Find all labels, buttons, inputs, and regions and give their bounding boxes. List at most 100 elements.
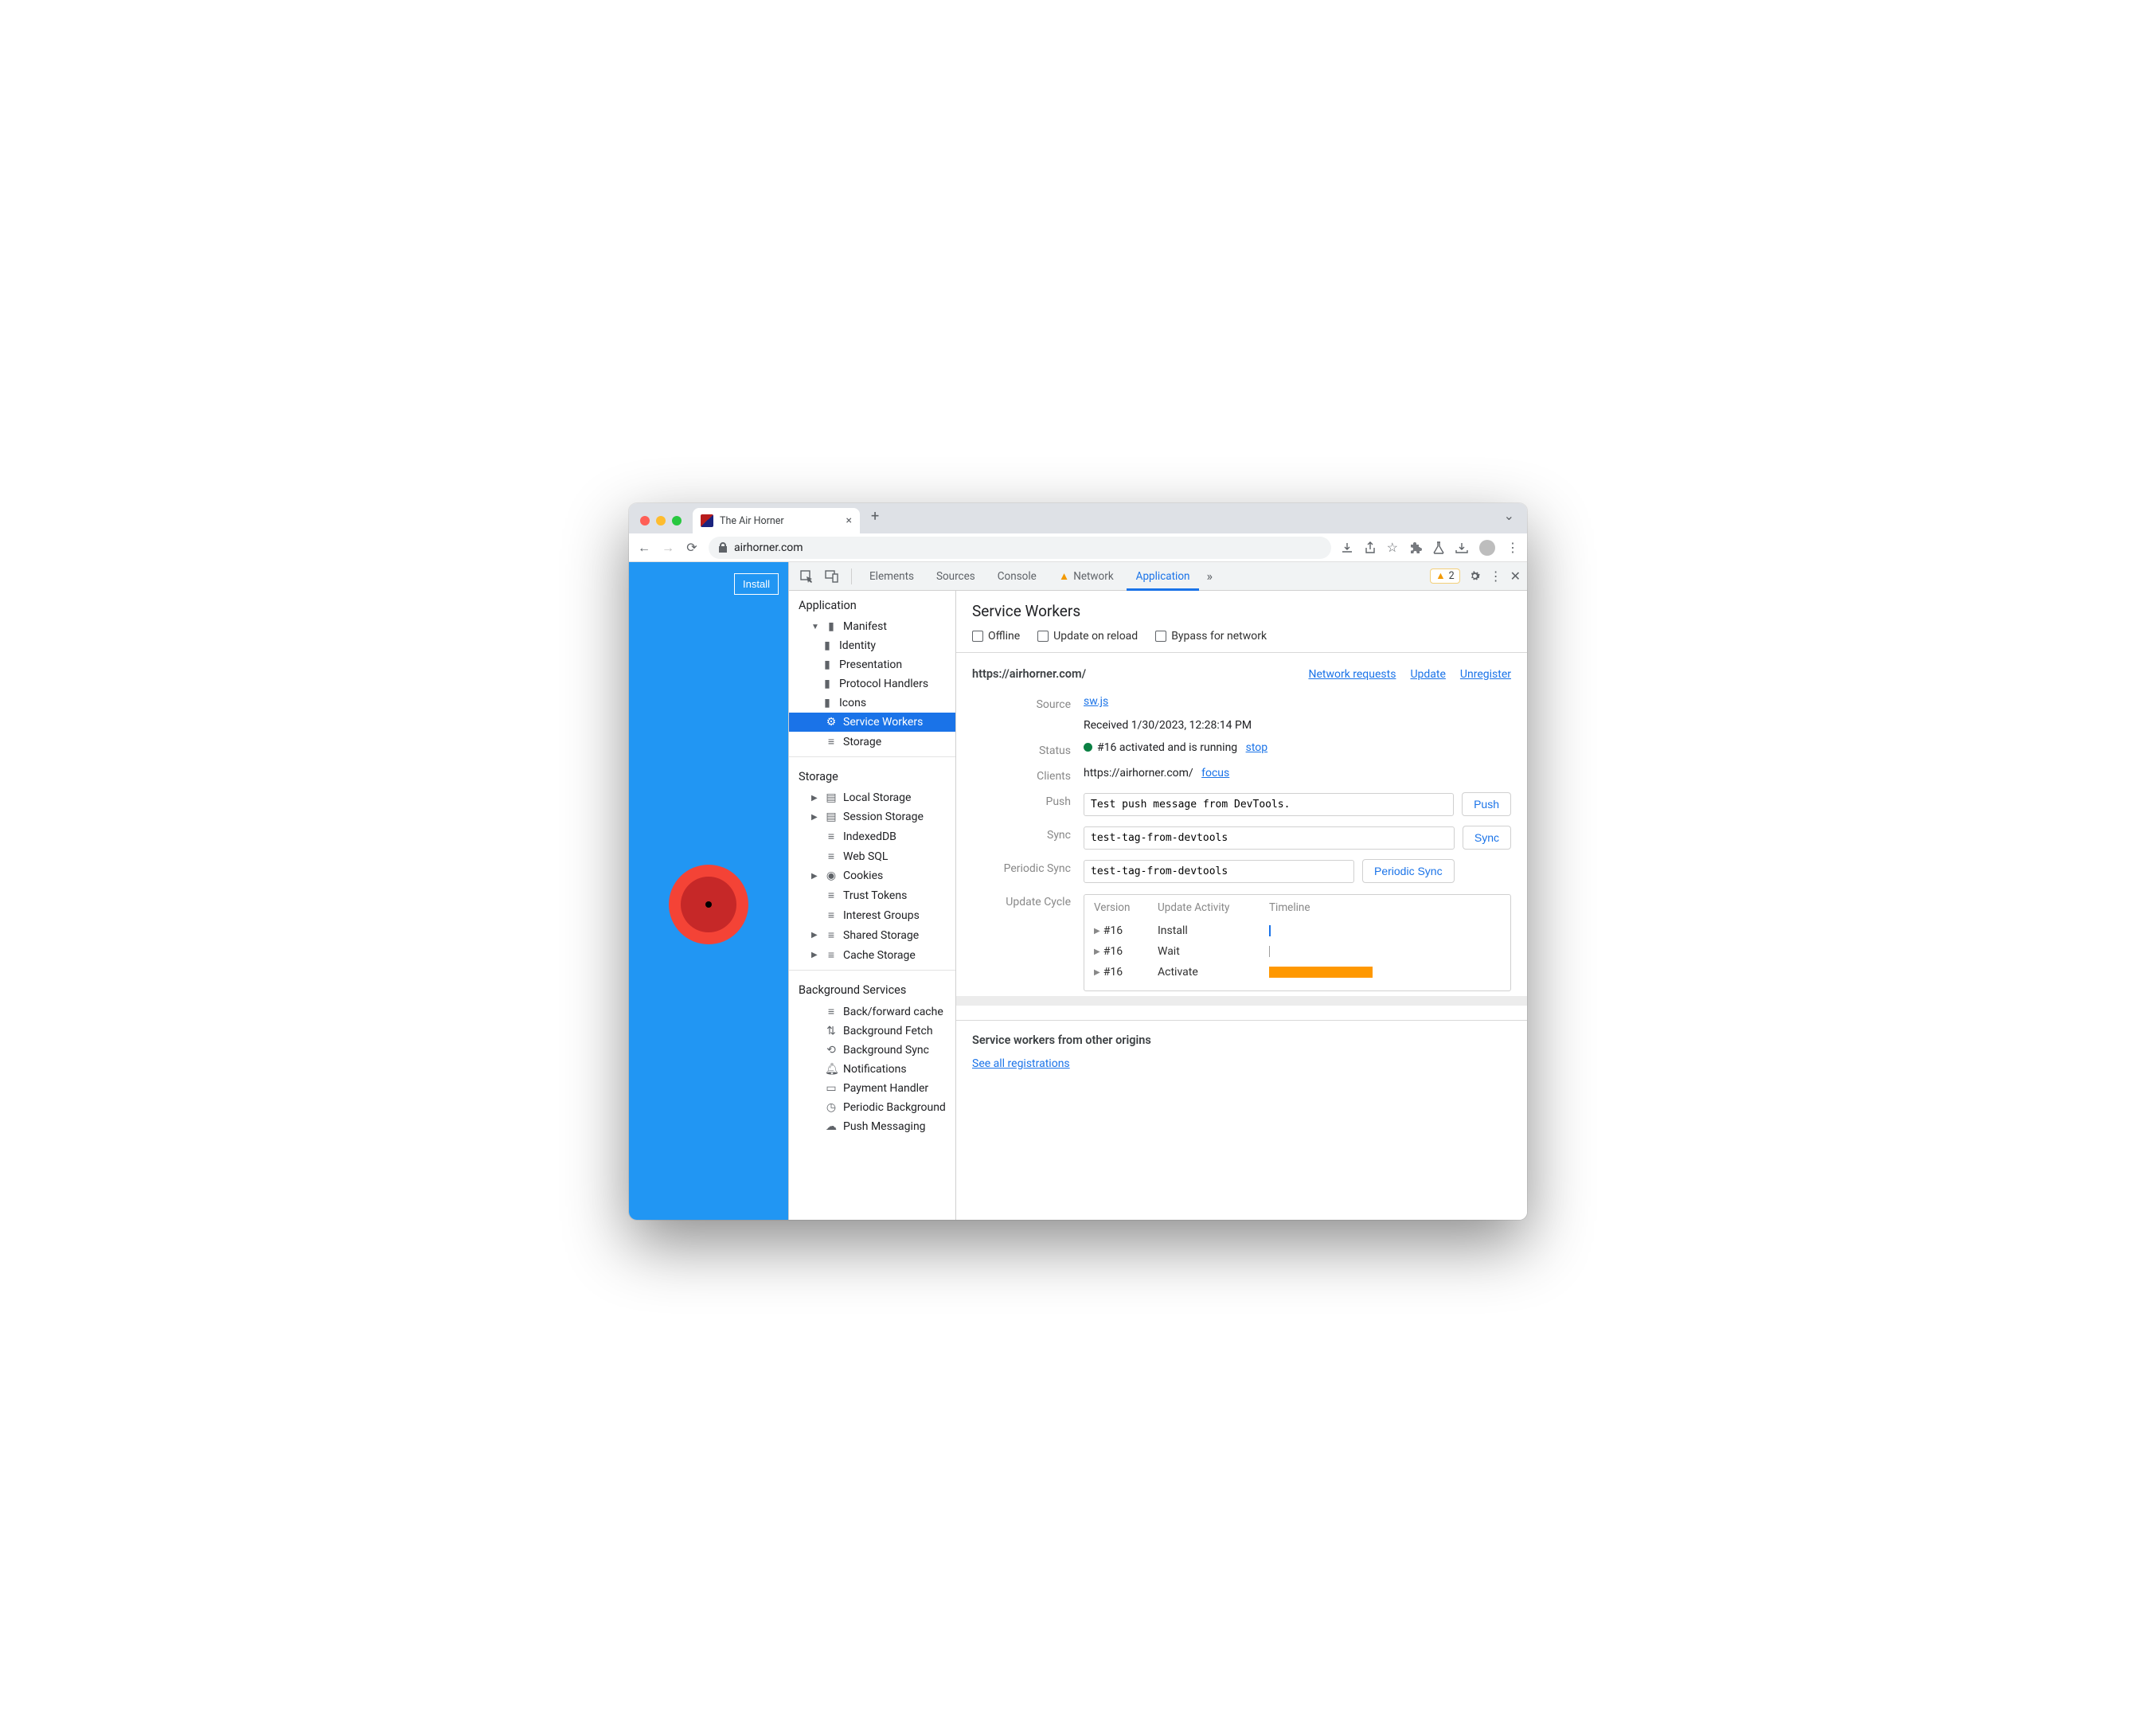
- bookmark-icon[interactable]: ☆: [1387, 540, 1398, 555]
- sidebar-item-presentation[interactable]: ▮Presentation: [789, 655, 955, 674]
- sidebar-item-periodic-background[interactable]: ◷Periodic Background: [789, 1098, 955, 1117]
- warnings-badge[interactable]: ▲2: [1430, 568, 1459, 584]
- update-on-reload-checkbox[interactable]: Update on reload: [1037, 630, 1138, 643]
- tab-network[interactable]: ▲Network: [1049, 562, 1123, 591]
- sidebar-item-payment-handler[interactable]: ▭Payment Handler: [789, 1079, 955, 1098]
- periodic-sync-button[interactable]: Periodic Sync: [1362, 859, 1455, 883]
- offline-checkbox[interactable]: Offline: [972, 630, 1020, 643]
- tab-sources[interactable]: Sources: [927, 562, 985, 591]
- sidebar-item-identity[interactable]: ▮Identity: [789, 636, 955, 655]
- air-horn-button[interactable]: [669, 865, 748, 944]
- sidebar-item-cookies[interactable]: ▶◉Cookies: [789, 866, 955, 885]
- scope-url: https://airhorner.com/: [972, 667, 1086, 681]
- update-link[interactable]: Update: [1410, 668, 1445, 681]
- section-storage: Storage: [789, 762, 955, 788]
- other-origins-title: Service workers from other origins: [972, 1033, 1511, 1047]
- browser-window: The Air Horner × + ⌄ ← → ⟳ airhorner.com…: [629, 503, 1527, 1220]
- sidebar-item-service-workers[interactable]: ⚙Service Workers: [789, 713, 955, 732]
- close-tab-icon[interactable]: ×: [846, 514, 852, 527]
- periodic-sync-label: Periodic Sync: [972, 859, 1084, 875]
- received-text: Received 1/30/2023, 12:28:14 PM: [1084, 719, 1511, 732]
- sync-button[interactable]: Sync: [1463, 826, 1511, 850]
- reload-button[interactable]: ⟳: [685, 540, 699, 555]
- sidebar-item-background-sync[interactable]: ⟲Background Sync: [789, 1041, 955, 1060]
- col-version: Version: [1094, 901, 1142, 914]
- sync-label: Sync: [972, 826, 1084, 842]
- timeline-marker: [1269, 925, 1271, 936]
- sidebar-item-storage[interactable]: ≡Storage: [789, 732, 955, 752]
- sidebar-item-icons[interactable]: ▮Icons: [789, 693, 955, 713]
- devtools-menu-icon[interactable]: ⋮: [1490, 568, 1502, 584]
- periodic-sync-input[interactable]: [1084, 860, 1354, 883]
- tab-console[interactable]: Console: [988, 562, 1046, 591]
- sidebar-item-websql[interactable]: ≡Web SQL: [789, 846, 955, 866]
- section-background-services: Background Services: [789, 975, 955, 1002]
- database-icon: ≡: [825, 1005, 838, 1018]
- maximize-window-button[interactable]: [672, 516, 682, 525]
- more-tabs-icon[interactable]: »: [1202, 568, 1217, 584]
- back-button[interactable]: ←: [637, 540, 651, 556]
- sidebar-item-session-storage[interactable]: ▶▤Session Storage: [789, 807, 955, 826]
- source-file-link[interactable]: sw.js: [1084, 695, 1108, 708]
- browser-tab[interactable]: The Air Horner ×: [693, 508, 860, 533]
- bell-icon: 🔔︎: [825, 1063, 838, 1076]
- timeline-marker: [1269, 946, 1270, 957]
- sidebar-item-push-messaging[interactable]: ☁Push Messaging: [789, 1117, 955, 1136]
- unregister-link[interactable]: Unregister: [1460, 668, 1511, 681]
- sidebar-item-background-fetch[interactable]: ⇅Background Fetch: [789, 1022, 955, 1041]
- sidebar-item-notifications[interactable]: 🔔︎Notifications: [789, 1060, 955, 1079]
- install-pwa-icon[interactable]: [1341, 541, 1353, 554]
- push-input[interactable]: [1084, 793, 1454, 816]
- sidebar-item-bfcache[interactable]: ≡Back/forward cache: [789, 1002, 955, 1022]
- url-text: airhorner.com: [734, 541, 803, 554]
- lock-icon: [718, 542, 728, 553]
- address-bar[interactable]: airhorner.com: [709, 537, 1331, 559]
- cycle-row[interactable]: ▶#16 Activate: [1094, 962, 1501, 983]
- tab-application[interactable]: Application: [1127, 562, 1200, 591]
- tab-title: The Air Horner: [720, 515, 784, 527]
- cycle-row[interactable]: ▶#16 Install: [1094, 920, 1501, 941]
- source-label: Source: [972, 695, 1084, 711]
- install-button[interactable]: Install: [734, 573, 779, 595]
- sidebar-item-protocol-handlers[interactable]: ▮Protocol Handlers: [789, 674, 955, 693]
- new-tab-button[interactable]: +: [866, 508, 884, 529]
- sidebar-item-local-storage[interactable]: ▶▤Local Storage: [789, 788, 955, 807]
- sidebar-item-manifest[interactable]: ▼▮Manifest: [789, 617, 955, 636]
- browser-menu-icon[interactable]: ⋮: [1506, 540, 1519, 555]
- section-application: Application: [789, 591, 955, 617]
- tab-elements[interactable]: Elements: [860, 562, 924, 591]
- sidebar-item-shared-storage[interactable]: ▶≡Shared Storage: [789, 925, 955, 945]
- share-icon[interactable]: [1365, 541, 1376, 554]
- extensions-icon[interactable]: [1409, 541, 1422, 554]
- downloads-icon[interactable]: [1455, 542, 1468, 553]
- clients-label: Clients: [972, 767, 1084, 783]
- devtools: Elements Sources Console ▲Network Applic…: [788, 562, 1527, 1220]
- sidebar-item-interest-groups[interactable]: ≡Interest Groups: [789, 905, 955, 925]
- tab-list-button[interactable]: ⌄: [1498, 508, 1521, 529]
- url-actions: ☆ ⋮: [1341, 540, 1519, 556]
- minimize-window-button[interactable]: [656, 516, 666, 525]
- cloud-icon: ☁: [825, 1120, 838, 1133]
- sidebar-item-indexeddb[interactable]: ≡IndexedDB: [789, 826, 955, 846]
- other-origins-section: Service workers from other origins See a…: [956, 1020, 1527, 1086]
- client-url: https://airhorner.com/: [1084, 767, 1193, 779]
- settings-icon[interactable]: [1468, 569, 1482, 583]
- cycle-row[interactable]: ▶#16 Wait: [1094, 941, 1501, 962]
- profile-avatar[interactable]: [1479, 540, 1495, 556]
- focus-link[interactable]: focus: [1201, 767, 1229, 779]
- push-button[interactable]: Push: [1462, 792, 1511, 816]
- sidebar-item-trust-tokens[interactable]: ≡Trust Tokens: [789, 885, 955, 905]
- inspect-icon[interactable]: [795, 569, 818, 584]
- network-requests-link[interactable]: Network requests: [1308, 668, 1396, 681]
- sync-input[interactable]: [1084, 826, 1455, 850]
- sidebar-item-cache-storage[interactable]: ▶≡Cache Storage: [789, 945, 955, 965]
- close-devtools-icon[interactable]: ✕: [1510, 568, 1521, 584]
- bypass-network-checkbox[interactable]: Bypass for network: [1155, 630, 1267, 643]
- see-all-registrations-link[interactable]: See all registrations: [972, 1057, 1070, 1070]
- device-toggle-icon[interactable]: [821, 569, 843, 584]
- stop-link[interactable]: stop: [1246, 741, 1268, 754]
- urlbar: ← → ⟳ airhorner.com ☆ ⋮: [629, 533, 1527, 562]
- labs-icon[interactable]: [1433, 541, 1444, 554]
- close-window-button[interactable]: [640, 516, 650, 525]
- timeline-bar: [1269, 967, 1373, 978]
